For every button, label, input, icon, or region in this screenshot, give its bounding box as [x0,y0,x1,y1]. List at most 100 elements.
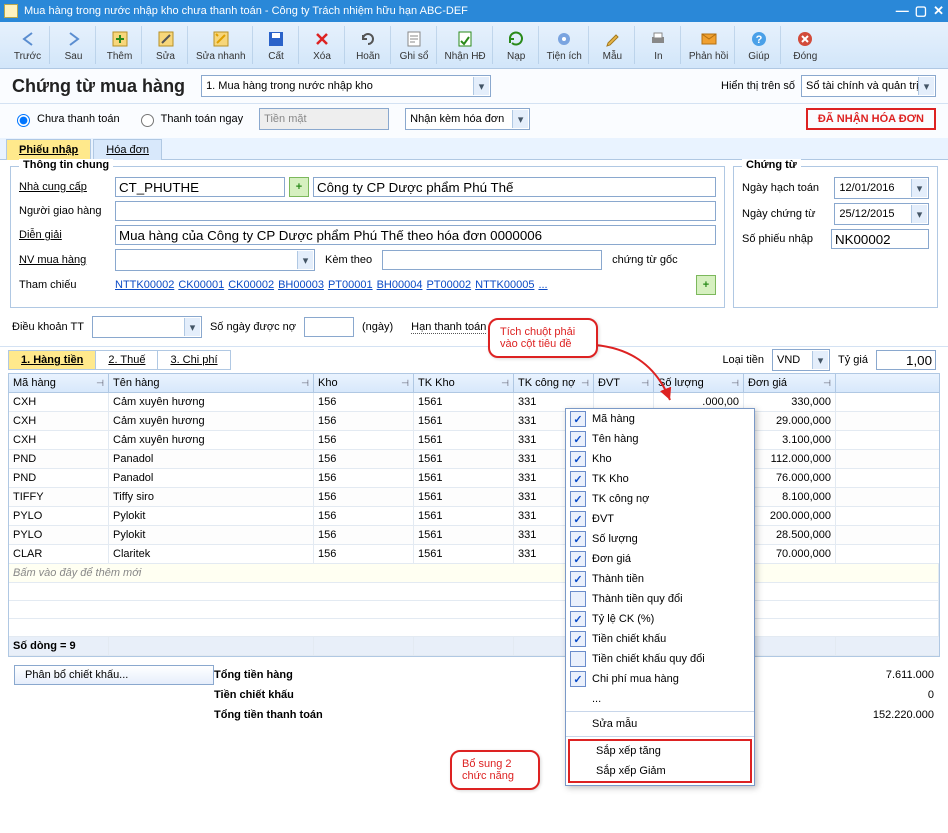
ctx-more[interactable]: ... [566,689,754,709]
receive-inv-combo[interactable]: Nhận kèm hóa đơn ▾ [405,108,530,130]
supplier-code-input[interactable] [115,177,285,197]
cash-combo[interactable]: Tiền mặt [259,108,389,130]
payment-terms-combo[interactable]: ▾ [92,316,202,338]
toolbar-help[interactable]: ?Giúp [737,26,781,64]
column-header[interactable]: Kho⊣ [314,374,414,392]
radio-paynow[interactable]: Thanh toán ngay [136,111,244,127]
checkbox-icon: ✓ [570,551,586,567]
close-button[interactable]: ✕ [933,3,944,19]
purchase-type-combo[interactable]: 1. Mua hàng trong nước nhập kho ▾ [201,75,491,97]
add-supplier-button[interactable]: + [289,177,309,197]
deliverer-input[interactable] [115,201,716,221]
ref-link[interactable]: BH00003 [278,279,324,291]
ref-link[interactable]: BH00004 [377,279,423,291]
column-header[interactable]: Đơn giá⊣ [744,374,836,392]
ref-link[interactable]: NTTK00005 [475,279,534,291]
table-row[interactable]: TIFFYTiffy siro1561561331500,008.100,000 [9,488,939,507]
add-ref-button[interactable]: + [696,275,716,295]
ctx-toggle-column[interactable]: ✓Kho [566,449,754,469]
table-row[interactable]: PYLOPylokit1561561331500,0028.500,000 [9,526,939,545]
toolbar-close[interactable]: Đóng [783,26,827,64]
panel-legend: Chứng từ [742,159,801,171]
ref-link[interactable]: CK00001 [178,279,224,291]
toolbar-util[interactable]: Tiện ích [541,26,589,64]
column-header[interactable]: TK công nợ⊣ [514,374,594,392]
subtab-cost[interactable]: 3. Chi phí [157,350,230,370]
supplier-name-input[interactable] [313,177,716,197]
table-row[interactable]: CXHCảm xuyên hương1561561331.000,00330,0… [9,393,939,412]
table-row[interactable]: PNDPanadol1561561331200,00112.000,000 [9,450,939,469]
radio-unpaid[interactable]: Chưa thanh toán [12,111,120,127]
toolbar-delete[interactable]: Xóa [301,26,345,64]
ctx-toggle-column[interactable]: ✓Tỷ lệ CK (%) [566,609,754,629]
toolbar-save[interactable]: Cất [255,26,299,64]
table-row[interactable]: CXHCảm xuyên hương1561561331000,0029.000… [9,412,939,431]
allocate-discount-button[interactable]: Phân bổ chiết khấu... [14,665,214,685]
maximize-button[interactable]: ▢ [915,3,927,19]
debt-days-input[interactable] [304,317,354,337]
ref-link[interactable]: NTTK00002 [115,279,174,291]
purchaser-combo[interactable]: ▾ [115,249,315,271]
ctx-toggle-column[interactable]: ✓Mã hàng [566,409,754,429]
ctx-sort-desc[interactable]: Sắp xếp Giảm [570,761,750,781]
ctx-toggle-column[interactable]: ✓Số lượng [566,529,754,549]
minimize-button[interactable]: — [896,3,909,19]
ctx-toggle-column[interactable]: ✓Thành tiền [566,569,754,589]
checkbox-icon: ✓ [570,451,586,467]
ref-link[interactable]: ... [538,279,547,291]
pin-icon: ⊣ [731,378,739,389]
toolbar-receiveinv[interactable]: Nhận HĐ [439,26,493,64]
table-row[interactable]: PYLOPylokit1561561331500,00200.000,000 [9,507,939,526]
toolbar-post[interactable]: Ghi sổ [393,26,437,64]
column-context-menu[interactable]: ✓Mã hàng✓Tên hàng✓Kho✓TK Kho✓TK công nợ✓… [565,408,755,786]
ref-link[interactable]: PT00002 [426,279,471,291]
toolbar-template[interactable]: Mẫu [591,26,635,64]
attach-input[interactable] [382,250,602,270]
ref-link[interactable]: CK00002 [228,279,274,291]
toolbar-back[interactable]: Trước [6,26,50,64]
posting-date-input[interactable]: 12/01/2016▾ [834,177,929,199]
subtab-tax[interactable]: 2. Thuế [95,350,158,370]
ctx-toggle-column[interactable]: ✓TK Kho [566,469,754,489]
toolbar-reload[interactable]: Nạp [495,26,539,64]
column-header[interactable]: Tên hàng⊣ [109,374,314,392]
ctx-edit-template[interactable]: Sửa mẫu [566,714,754,734]
subtab-money[interactable]: 1. Hàng tiền [8,350,96,370]
ctx-toggle-column[interactable]: ✓Đơn giá [566,549,754,569]
ctx-toggle-column[interactable]: ✓ĐVT [566,509,754,529]
ctx-toggle-column[interactable]: ✓Tiền chiết khấu [566,629,754,649]
toolbar-feedback[interactable]: Phản hồi [683,26,735,64]
toolbar-forward[interactable]: Sau [52,26,96,64]
currency-combo[interactable]: VND▾ [772,349,830,371]
toolbar-print[interactable]: In [637,26,681,64]
checkbox-icon: ✓ [570,411,586,427]
add-new-row[interactable]: Bấm vào đây để thêm mới [9,564,939,583]
ctx-toggle-column[interactable]: Tiền chiết khấu quy đổi [566,649,754,669]
ctx-toggle-column[interactable]: ✓Tên hàng [566,429,754,449]
toolbar-undo[interactable]: Hoãn [347,26,391,64]
description-input[interactable] [115,225,716,245]
tab-receipt[interactable]: Phiếu nhập [6,139,91,160]
rate-input[interactable] [876,350,936,370]
table-row[interactable]: PNDPanadol1561561331500,0076.000,000 [9,469,939,488]
table-row[interactable]: CLARClaritek1561561331250,0070.000,000 [9,545,939,564]
panel-legend: Thông tin chung [19,159,113,171]
tab-invoice[interactable]: Hóa đơn [93,139,162,160]
ctx-toggle-column[interactable]: Thành tiền quy đổi [566,589,754,609]
grid-header[interactable]: Mã hàng⊣Tên hàng⊣Kho⊣TK Kho⊣TK công nợ⊣ Đ… [9,374,939,393]
doc-no-input[interactable] [831,229,929,249]
table-row[interactable]: CXHCảm xuyên hương1561561331000,003.100,… [9,431,939,450]
column-header[interactable]: Mã hàng⊣ [9,374,109,392]
toolbar-edit[interactable]: Sửa [144,26,188,64]
display-on-combo[interactable]: Sổ tài chính và quản trị ▾ [801,75,936,97]
summary-footer: Phân bổ chiết khấu... Tổng tiền hàng Tiề… [0,657,948,735]
column-header[interactable]: TK Kho⊣ [414,374,514,392]
ctx-toggle-column[interactable]: ✓Chi phí mua hàng [566,669,754,689]
ref-link[interactable]: PT00001 [328,279,373,291]
ctx-sort-asc[interactable]: Sắp xếp tăng [570,741,750,761]
close-icon [789,28,821,50]
toolbar-quickedit[interactable]: Sửa nhanh [190,26,253,64]
doc-date-input[interactable]: 25/12/2015▾ [834,203,929,225]
toolbar-add[interactable]: Thêm [98,26,142,64]
ctx-toggle-column[interactable]: ✓TK công nợ [566,489,754,509]
